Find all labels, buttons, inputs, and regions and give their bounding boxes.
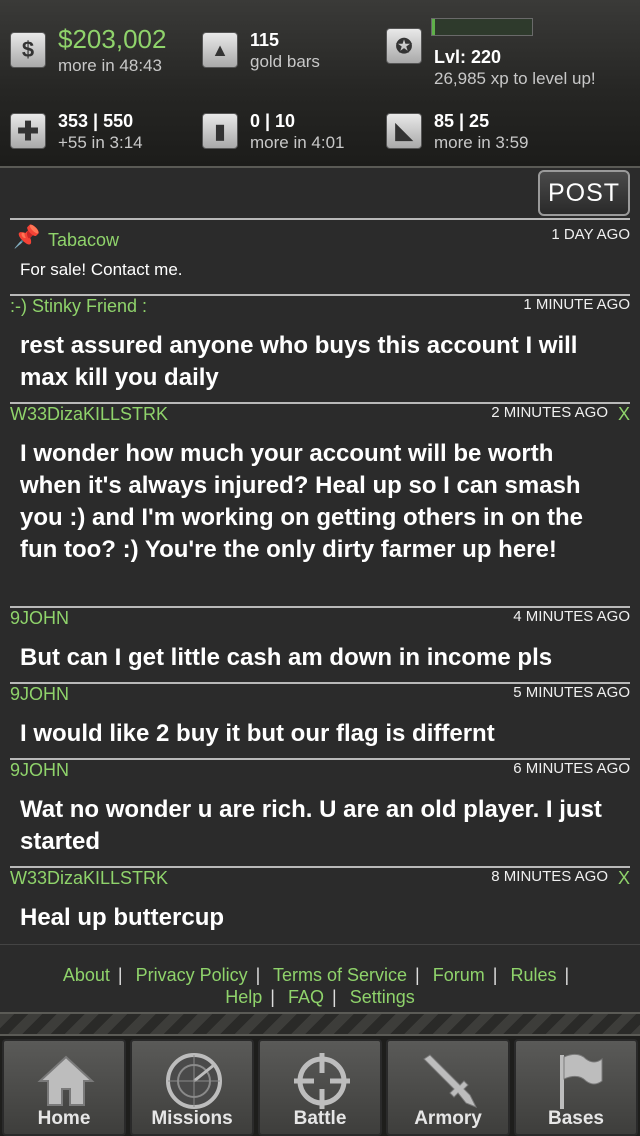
terms-of-service-link[interactable]: Terms of Service — [273, 965, 407, 985]
pushpin-icon: 📌 — [13, 224, 41, 249]
post-time: 4 MINUTES AGO — [513, 608, 630, 625]
list-item: W33DizaKILLSTRK 8 MINUTES AGO X Heal up … — [0, 866, 640, 944]
post-author[interactable]: 9JOHN — [10, 760, 69, 781]
post-time: 8 MINUTES AGO — [491, 868, 608, 885]
list-item: 9JOHN 6 MINUTES AGO Wat no wonder u are … — [0, 758, 640, 866]
post-author[interactable]: Tabacow — [48, 230, 119, 251]
gold-value: 115 — [250, 30, 280, 50]
post-author[interactable]: W33DizaKILLSTRK — [10, 404, 168, 425]
about-link[interactable]: About — [63, 965, 110, 985]
cash-timer: more in 48:43 — [58, 56, 162, 75]
house-icon — [37, 1055, 95, 1106]
xp-progress-bar — [431, 18, 533, 36]
post-message: I would like 2 buy it but our flag is di… — [20, 720, 495, 747]
delete-post-button[interactable]: X — [618, 868, 630, 889]
post-time: 2 MINUTES AGO — [491, 404, 608, 421]
tab-missions[interactable]: Missions — [130, 1039, 254, 1136]
canister-icon: ▮ — [202, 113, 238, 149]
separator: | — [564, 965, 570, 985]
faq-link[interactable]: FAQ — [288, 987, 324, 1007]
list-item: W33DizaKILLSTRK 2 MINUTES AGO X I wonder… — [0, 402, 640, 606]
separator: | — [415, 965, 420, 985]
health-timer: +55 in 3:14 — [58, 133, 143, 152]
rifle-icon — [423, 1054, 478, 1108]
tab-bar: Home Missions Battle Armory Bases — [0, 1036, 640, 1136]
energy-timer: more in 4:01 — [250, 133, 345, 152]
gold-bar-icon: ▲ — [202, 32, 238, 68]
level-value: Lvl: 220 — [434, 47, 502, 67]
tab-label: Armory — [414, 1108, 482, 1129]
tab-home[interactable]: Home — [2, 1039, 126, 1136]
post-message: Wat no wonder u are rich. U are an old p… — [20, 796, 602, 855]
separator: | — [332, 987, 337, 1007]
list-item: 📌 Tabacow 1 DAY AGO For sale! Contact me… — [0, 218, 640, 294]
medic-cross-icon: ✚ — [10, 113, 46, 149]
gold-label: gold bars — [250, 52, 320, 71]
tab-armory[interactable]: Armory — [386, 1039, 510, 1136]
crosshair-icon — [294, 1053, 350, 1109]
post-author[interactable]: 9JOHN — [10, 684, 69, 705]
tab-bases[interactable]: Bases — [514, 1039, 638, 1136]
radar-icon — [166, 1053, 222, 1109]
stamina-value: 85 | 25 — [434, 111, 490, 131]
tabbar-divider — [0, 1012, 640, 1036]
divider — [10, 218, 630, 220]
post-author[interactable]: :-) Stinky Friend : — [10, 296, 147, 317]
health-value: 353 | 550 — [58, 111, 134, 131]
stats-header: $ $203,002 more in 48:43 ▲ 115 gold bars… — [0, 0, 640, 168]
help-link[interactable]: Help — [225, 987, 262, 1007]
post-message: I wonder how much your account will be w… — [20, 440, 584, 563]
footer-links: About | Privacy Policy | Terms of Service |… — [0, 944, 640, 1012]
tab-label: Bases — [548, 1108, 604, 1129]
post-message: But can I get little cash am down in inc… — [20, 644, 553, 671]
settings-link[interactable]: Settings — [350, 987, 415, 1007]
post-button[interactable]: POST — [538, 170, 630, 216]
rules-link[interactable]: Rules — [510, 965, 556, 985]
xp-progress-fill — [432, 19, 435, 35]
tab-battle[interactable]: Battle — [258, 1039, 382, 1136]
forum-link[interactable]: Forum — [433, 965, 485, 985]
post-message: Heal up buttercup — [20, 904, 225, 931]
post-author[interactable]: 9JOHN — [10, 608, 69, 629]
post-time: 5 MINUTES AGO — [513, 684, 630, 701]
list-item: 9JOHN 4 MINUTES AGO But can I get little… — [0, 606, 640, 682]
level-emblem-icon: ✪ — [386, 28, 422, 64]
list-item: 9JOHN 5 MINUTES AGO I would like 2 buy i… — [0, 682, 640, 758]
post-time: 1 MINUTE AGO — [523, 296, 630, 313]
post-time: 6 MINUTES AGO — [513, 760, 630, 777]
separator: | — [117, 965, 123, 985]
delete-post-button[interactable]: X — [618, 404, 630, 425]
post-message: For sale! Contact me. — [20, 260, 183, 279]
dollar-icon: $ — [10, 32, 46, 68]
separator: | — [492, 965, 498, 985]
tab-label: Missions — [151, 1108, 233, 1129]
separator: | — [270, 987, 275, 1007]
privacy-policy-link[interactable]: Privacy Policy — [136, 965, 248, 985]
ammo-icon: ◣ — [386, 113, 422, 149]
tab-label: Home — [37, 1108, 91, 1129]
stamina-timer: more in 3:59 — [434, 133, 529, 152]
tab-label: Battle — [293, 1108, 347, 1129]
post-time: 1 DAY AGO — [551, 226, 630, 243]
flag-icon — [560, 1053, 603, 1109]
energy-value: 0 | 10 — [250, 111, 296, 131]
cash-value: $203,002 — [58, 24, 167, 54]
xp-to-level: 26,985 xp to level up! — [434, 69, 596, 88]
post-message: rest assured anyone who buys this accoun… — [20, 332, 578, 391]
list-item: :-) Stinky Friend : 1 MINUTE AGO rest as… — [0, 294, 640, 402]
separator: | — [255, 965, 261, 985]
post-author[interactable]: W33DizaKILLSTRK — [10, 868, 168, 889]
